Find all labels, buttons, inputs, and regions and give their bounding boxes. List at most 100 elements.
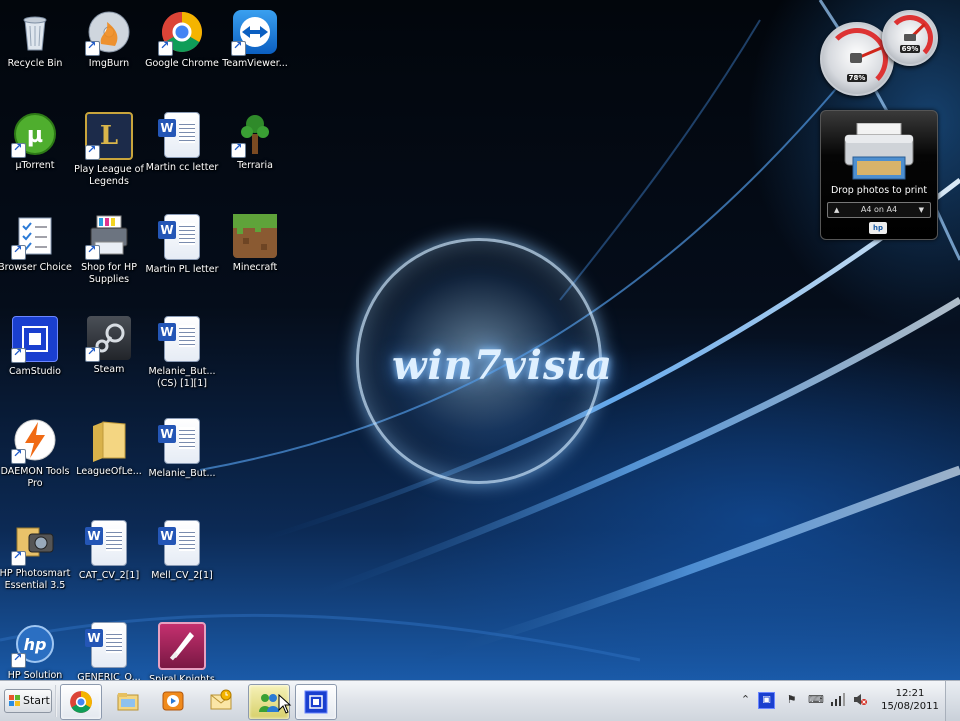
- desktop-icon-cat-cv[interactable]: CAT_CV_2[1]: [72, 514, 146, 582]
- shortcut-arrow-icon: [231, 39, 246, 56]
- show-desktop-button[interactable]: [945, 681, 960, 721]
- memory-chip-icon: [904, 34, 916, 41]
- browser-choice-icon: [11, 214, 57, 260]
- shortcut-arrow-icon: [85, 143, 100, 160]
- desktop-icon-label: CamStudio: [9, 366, 61, 377]
- media-player-icon: [162, 691, 184, 711]
- desktop-icon-hp-solution[interactable]: hp HP Solution: [0, 616, 72, 682]
- network-signal-icon[interactable]: [830, 692, 845, 707]
- system-tray: ⌃ ▣ ⚑ ⌨ 12:21 15/08/2011: [738, 681, 960, 721]
- desktop-icon-league-of-legends[interactable]: L Play League of Legends: [72, 106, 146, 188]
- shortcut-arrow-icon: [11, 243, 26, 260]
- league-of-legends-icon: L: [85, 112, 133, 160]
- desktop-icon-hp-photosmart[interactable]: HP Photosmart Essential 3.5: [0, 514, 72, 592]
- desktop-icon-daemon-tools[interactable]: DAEMON Tools Pro: [0, 412, 72, 490]
- svg-text:µ: µ: [27, 123, 43, 148]
- taskbar-button-windows-explorer[interactable]: [108, 684, 148, 718]
- word-document-icon: [85, 622, 127, 668]
- clock[interactable]: 12:21 15/08/2011: [878, 687, 942, 713]
- recycle-bin-icon: [13, 10, 57, 54]
- camstudio-tray-icon[interactable]: ▣: [758, 692, 775, 709]
- hp-supplies-icon: [85, 214, 131, 260]
- desktop-icon-label: Melanie_But...: [148, 468, 216, 479]
- wallpaper-logo-text: win7vista: [392, 342, 613, 389]
- word-document-icon: [158, 316, 200, 362]
- outlook-icon: [210, 689, 232, 710]
- start-button[interactable]: Start: [4, 689, 52, 713]
- camstudio-icon: [304, 690, 328, 714]
- desktop-icon-mell-cv[interactable]: Mell_CV_2[1]: [145, 514, 219, 582]
- memory-percent: 69%: [899, 45, 921, 53]
- desktop-icon-utorrent[interactable]: µ µTorrent: [0, 106, 72, 172]
- shortcut-arrow-icon: [11, 549, 26, 566]
- action-center-flag-icon[interactable]: ⚑: [784, 692, 799, 707]
- cpu-percent: 78%: [846, 74, 868, 82]
- imgburn-icon: [85, 10, 131, 56]
- shortcut-arrow-icon: [158, 39, 173, 56]
- cpu-meter-gadget[interactable]: 78% 69%: [820, 10, 940, 100]
- next-option-icon[interactable]: ▼: [919, 203, 924, 217]
- shortcut-arrow-icon: [85, 345, 100, 362]
- shortcut-arrow-icon: [85, 243, 100, 260]
- desktop-icon-martin-cc-letter[interactable]: Martin cc letter: [145, 106, 219, 174]
- desktop-icon-leagueoflegends-folder[interactable]: LeagueOfLe...: [72, 412, 146, 478]
- hp-printer-gadget[interactable]: Drop photos to print ▲ A4 on A4 ▼ hp: [820, 110, 938, 240]
- svg-text:L: L: [100, 121, 118, 151]
- taskbar-button-outlook[interactable]: [201, 684, 241, 718]
- printer-icon: [844, 123, 914, 180]
- taskbar-button-camstudio[interactable]: [295, 684, 337, 720]
- clock-time: 12:21: [895, 688, 925, 699]
- desktop-icon-terraria[interactable]: Terraria: [218, 106, 292, 172]
- desktop-icon-martin-pl-letter[interactable]: Martin PL letter: [145, 208, 219, 276]
- daemon-tools-icon: [11, 418, 57, 464]
- windows-logo-icon: [9, 695, 21, 707]
- chrome-icon: [70, 691, 92, 713]
- desktop-icon-label: µTorrent: [15, 160, 55, 171]
- desktop-icon-recycle-bin[interactable]: Recycle Bin: [0, 4, 72, 70]
- device-icon[interactable]: ⌨: [808, 692, 824, 707]
- terraria-icon: [231, 112, 277, 158]
- svg-text:hp: hp: [24, 635, 47, 654]
- desktop-icon-google-chrome[interactable]: Google Chrome: [145, 4, 219, 70]
- desktop-icon-label: Steam: [93, 364, 125, 375]
- paper-size-value: A4 on A4: [860, 205, 898, 214]
- teamviewer-icon: [231, 10, 277, 56]
- desktop-icon-melanie[interactable]: Melanie_But...: [145, 412, 219, 480]
- desktop-icon-generic-o[interactable]: GENERIC_O...: [72, 616, 146, 684]
- desktop-icon-label: HP Photosmart Essential 3.5: [0, 568, 71, 591]
- start-label: Start: [23, 694, 50, 707]
- desktop-icon-browser-choice[interactable]: Browser Choice: [0, 208, 72, 274]
- folder-icon: [87, 418, 131, 462]
- desktop-icon-label: Terraria: [237, 160, 273, 171]
- word-document-icon: [158, 112, 200, 158]
- mouse-cursor-icon: [278, 694, 292, 714]
- desktop-icon-spiral-knights[interactable]: Spiral Knights: [145, 616, 219, 686]
- paper-size-selector[interactable]: ▲ A4 on A4 ▼: [827, 202, 931, 218]
- desktop-icon-teamviewer[interactable]: TeamViewer...: [218, 4, 292, 70]
- desktop-icon-melanie-cs[interactable]: Melanie_But... (CS) [1][1]: [145, 310, 219, 390]
- desktop-icon-label: Martin PL letter: [145, 264, 219, 275]
- camstudio-icon: [11, 316, 58, 363]
- desktop-icon-label: Martin cc letter: [145, 162, 219, 173]
- desktop-icon-hp-supplies[interactable]: Shop for HP Supplies: [72, 208, 146, 286]
- taskbar-button-media-player[interactable]: [153, 684, 193, 718]
- desktop-icon-label: Melanie_But... (CS) [1][1]: [148, 366, 216, 389]
- desktop-icon-camstudio[interactable]: CamStudio: [0, 310, 72, 378]
- desktop-icon-minecraft[interactable]: Minecraft: [218, 208, 292, 274]
- shortcut-arrow-icon: [231, 141, 246, 158]
- desktop-icon-imgburn[interactable]: ImgBurn: [72, 4, 146, 70]
- show-hidden-icons-chevron-icon[interactable]: ⌃: [738, 692, 753, 707]
- desktop-icon-steam[interactable]: Steam: [72, 310, 146, 376]
- clock-date: 15/08/2011: [881, 701, 939, 712]
- shortcut-arrow-icon: [11, 141, 26, 158]
- hp-solution-icon: hp: [11, 622, 57, 668]
- word-document-icon: [158, 418, 200, 464]
- previous-option-icon[interactable]: ▲: [834, 203, 839, 217]
- spiral-knights-icon: [158, 622, 206, 670]
- hp-logo[interactable]: hp: [869, 222, 887, 234]
- word-document-icon: [85, 520, 127, 566]
- utorrent-icon: µ: [11, 112, 57, 158]
- volume-muted-icon[interactable]: [852, 692, 867, 707]
- desktop-icon-label: DAEMON Tools Pro: [0, 466, 70, 489]
- taskbar-button-chrome[interactable]: [60, 684, 102, 720]
